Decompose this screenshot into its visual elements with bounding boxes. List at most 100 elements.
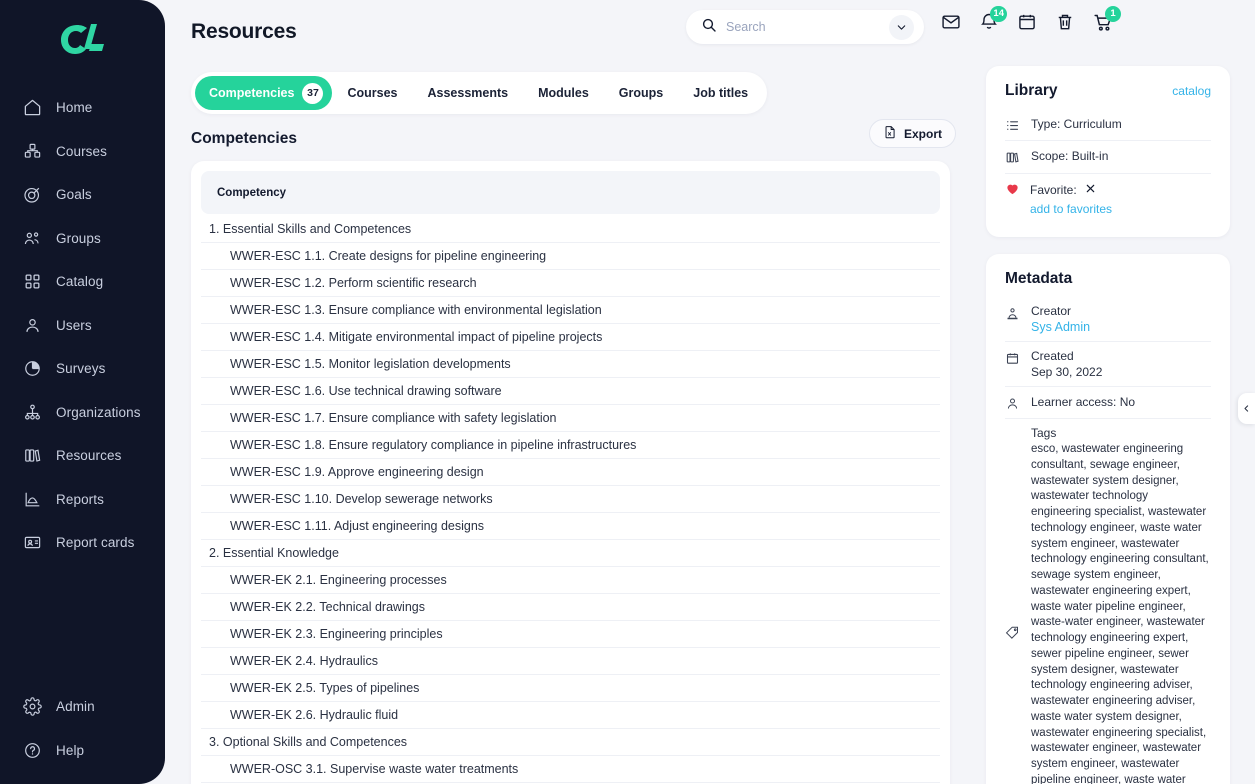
table-row[interactable]: WWER-ESC 1.2. Perform scientific researc… (201, 270, 940, 297)
cart-badge: 1 (1105, 6, 1121, 22)
sidebar-item-reports[interactable]: Reports (0, 478, 165, 522)
user-icon (1005, 394, 1021, 411)
table-row[interactable]: WWER-ESC 1.7. Ensure compliance with saf… (201, 405, 940, 432)
question-circle-icon (22, 740, 42, 760)
library-favorite-row: Favorite: add to favorites (1005, 174, 1211, 223)
tab-label: Job titles (693, 86, 749, 100)
metadata-card: Metadata Creator Sys Admin Created Sep 3… (986, 253, 1230, 784)
books-icon (22, 446, 42, 466)
bell-badge: 14 (990, 6, 1007, 22)
tab-groups[interactable]: Groups (604, 76, 678, 110)
target-icon (22, 185, 42, 205)
catalog-link[interactable]: catalog (1172, 84, 1211, 98)
sidebar-item-help[interactable]: Help (0, 729, 165, 773)
tab-label: Competencies (209, 86, 295, 100)
x-icon (1085, 181, 1096, 199)
table-row[interactable]: 3. Optional Skills and Competences (201, 729, 940, 756)
table-row[interactable]: WWER-EK 2.3. Engineering principles (201, 621, 940, 648)
row-text: WWER-EK 2.6. Hydraulic fluid (230, 708, 399, 722)
sidebar-item-catalog[interactable]: Catalog (0, 260, 165, 304)
sidebar-item-admin[interactable]: Admin (0, 685, 165, 729)
column-header-competency: Competency (217, 186, 287, 199)
tab-label: Courses (347, 86, 398, 100)
table-row[interactable]: WWER-ESC 1.4. Mitigate environmental imp… (201, 324, 940, 351)
row-text: WWER-ESC 1.11. Adjust engineering design… (230, 519, 485, 533)
row-text: WWER-ESC 1.7. Ensure compliance with saf… (230, 411, 557, 425)
table-row[interactable]: WWER-EK 2.5. Types of pipelines (201, 675, 940, 702)
metadata-creator-row: Creator Sys Admin (1005, 297, 1211, 342)
table-row[interactable]: WWER-ESC 1.8. Ensure regulatory complian… (201, 432, 940, 459)
sidebar-item-label: Goals (56, 187, 92, 203)
header-icon-group: 14 1 (940, 6, 1121, 34)
sidebar-item-report-cards[interactable]: Report cards (0, 521, 165, 565)
panel-collapse-handle[interactable] (1238, 393, 1255, 424)
table-row[interactable]: 2. Essential Knowledge (201, 540, 940, 567)
table-row[interactable]: WWER-ESC 1.6. Use technical drawing soft… (201, 378, 940, 405)
table-row[interactable]: WWER-EK 2.1. Engineering processes (201, 567, 940, 594)
sidebar-item-goals[interactable]: Goals (0, 173, 165, 217)
table-row[interactable]: WWER-ESC 1.11. Adjust engineering design… (201, 513, 940, 540)
row-text: WWER-EK 2.2. Technical drawings (230, 600, 425, 614)
sidebar-item-label: Report cards (56, 535, 135, 551)
tab-competencies[interactable]: Competencies 37 (195, 76, 333, 110)
tab-label: Modules (538, 86, 589, 100)
tab-courses[interactable]: Courses (332, 76, 412, 110)
library-scope-text: Scope: Built-in (1031, 149, 1109, 164)
sidebar-item-surveys[interactable]: Surveys (0, 347, 165, 391)
mail-icon[interactable] (940, 10, 962, 34)
sidebar-bottom-nav: Admin Help (0, 685, 165, 772)
competency-table: Competency 1. Essential Skills and Compe… (191, 161, 950, 784)
creator-label: Creator (1031, 303, 1072, 318)
sidebar-item-groups[interactable]: Groups (0, 217, 165, 261)
metadata-created-row: Created Sep 30, 2022 (1005, 342, 1211, 387)
table-row[interactable]: WWER-ESC 1.1. Create designs for pipelin… (201, 243, 940, 270)
table-row[interactable]: WWER-ESC 1.3. Ensure compliance with env… (201, 297, 940, 324)
sidebar-item-label: Resources (56, 448, 122, 464)
metadata-title: Metadata (1005, 269, 1073, 287)
table-row[interactable]: WWER-EK 2.6. Hydraulic fluid (201, 702, 940, 729)
sidebar-item-users[interactable]: Users (0, 304, 165, 348)
table-row[interactable]: WWER-ESC 1.9. Approve engineering design (201, 459, 940, 486)
creator-value[interactable]: Sys Admin (1031, 320, 1090, 334)
sidebar-item-resources[interactable]: Resources (0, 434, 165, 478)
sidebar: Home Courses Goals Groups Catalog Users … (0, 0, 165, 784)
chevron-down-icon[interactable] (889, 14, 914, 40)
sidebar-item-label: Reports (56, 491, 104, 507)
export-button[interactable]: Export (869, 119, 957, 148)
table-row[interactable]: WWER-ESC 1.5. Monitor legislation develo… (201, 351, 940, 378)
cubes-icon (22, 141, 42, 161)
sidebar-item-label: Admin (56, 699, 95, 715)
table-row[interactable]: WWER-EK 2.4. Hydraulics (201, 648, 940, 675)
library-type-row: Type: Curriculum (1005, 109, 1211, 142)
chart-icon (22, 489, 42, 509)
search-input[interactable] (726, 20, 889, 34)
tab-assessments[interactable]: Assessments (412, 76, 523, 110)
bell-icon[interactable]: 14 (978, 6, 1007, 34)
table-column-header: Competency (201, 171, 940, 214)
created-label: Created (1031, 348, 1074, 363)
tab-modules[interactable]: Modules (523, 76, 604, 110)
table-row[interactable]: 1. Essential Skills and Competences (201, 216, 940, 243)
table-row[interactable]: WWER-EK 2.2. Technical drawings (201, 594, 940, 621)
tags-label: Tags (1031, 426, 1057, 441)
sidebar-item-courses[interactable]: Courses (0, 130, 165, 174)
sidebar-item-label: Users (56, 317, 92, 333)
app-logo[interactable] (0, 0, 165, 78)
sidebar-item-organizations[interactable]: Organizations (0, 391, 165, 435)
add-to-favorites-link[interactable]: add to favorites (1030, 202, 1112, 216)
creator-icon (1005, 304, 1021, 321)
search-box[interactable] (686, 10, 924, 44)
table-row[interactable]: WWER-ESC 1.10. Develop sewerage networks (201, 486, 940, 513)
row-text: WWER-ESC 1.2. Perform scientific researc… (230, 276, 477, 290)
table-row[interactable]: WWER-OSC 3.1. Supervise waste water trea… (201, 756, 940, 783)
trash-icon[interactable] (1054, 10, 1076, 34)
id-card-icon (22, 533, 42, 553)
row-text: WWER-EK 2.1. Engineering processes (230, 573, 447, 587)
tag-icon (1005, 623, 1021, 640)
sidebar-item-home[interactable]: Home (0, 86, 165, 130)
tab-job-titles[interactable]: Job titles (678, 76, 763, 110)
pie-chart-icon (22, 359, 42, 379)
cart-icon[interactable]: 1 (1092, 6, 1121, 34)
calendar-icon (1005, 349, 1021, 366)
calendar-icon[interactable] (1016, 10, 1038, 34)
